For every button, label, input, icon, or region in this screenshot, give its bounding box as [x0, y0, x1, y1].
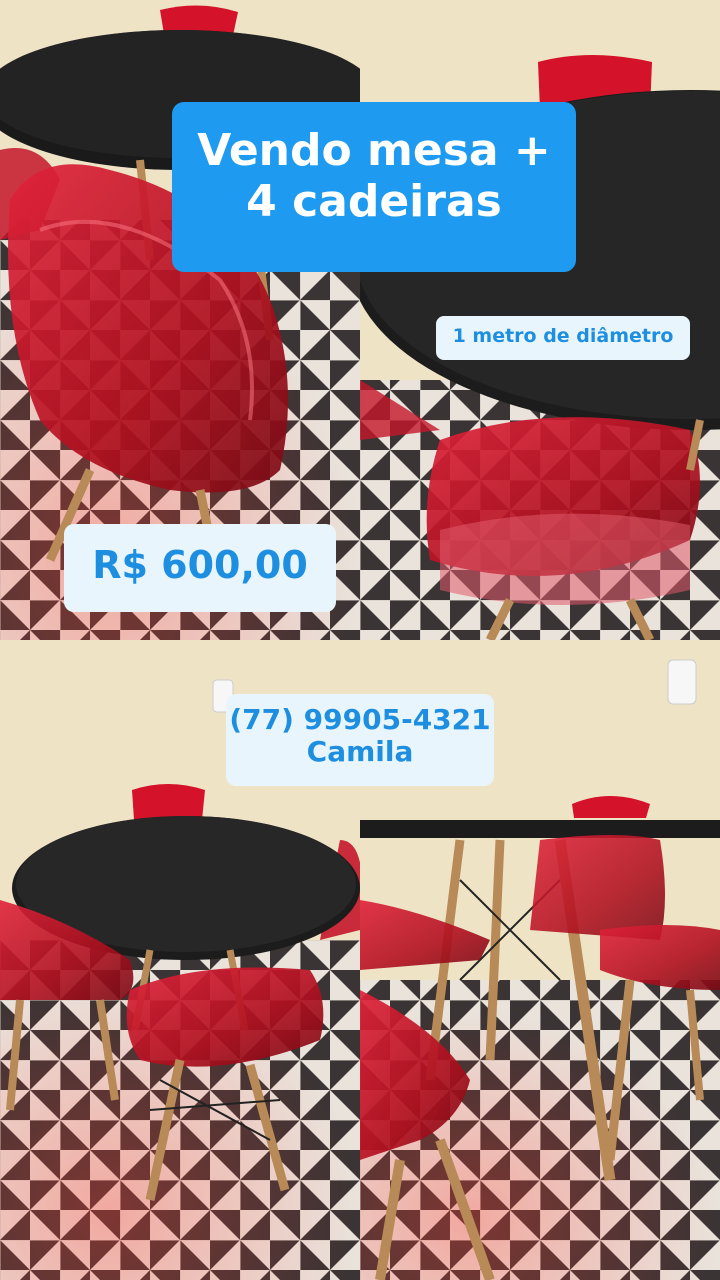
diameter-sticker: 1 metro de diâmetro: [436, 316, 690, 360]
price-sticker: R$ 600,00: [64, 524, 336, 612]
title-sticker: Vendo mesa + 4 cadeiras: [172, 102, 576, 272]
photo-collage: Vendo mesa + 4 cadeiras 1 metro de diâme…: [0, 0, 720, 1280]
title-line-2: 4 cadeiras: [246, 175, 502, 227]
title-line-1: Vendo mesa +: [197, 125, 551, 176]
contact-name: Camila: [306, 735, 414, 769]
contact-sticker: (77) 99905-4321 Camila: [226, 694, 494, 786]
phone-number: (77) 99905-4321: [229, 703, 491, 736]
